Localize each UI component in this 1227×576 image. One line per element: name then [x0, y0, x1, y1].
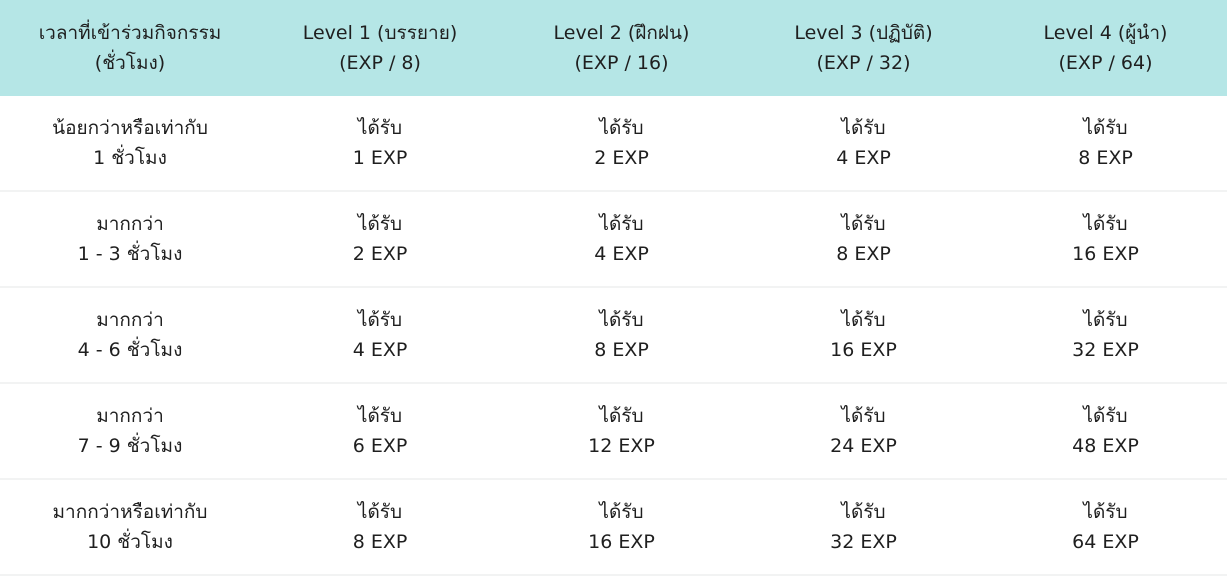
table-header-row: เวลาที่เข้าร่วมกิจกรรม (ชั่วโมง) Level 1… [0, 0, 1227, 96]
exp-cell-level-3: ได้รับ 32 EXP [743, 480, 984, 574]
exp-value: 16 EXP [830, 339, 897, 361]
exp-label: ได้รับ [357, 213, 403, 235]
table-row: มากกว่า 4 - 6 ชั่วโมง ได้รับ 4 EXP ได้รั… [0, 288, 1227, 384]
exp-label: ได้รับ [1083, 309, 1128, 331]
exp-cell-level-2: ได้รับ 8 EXP [500, 288, 743, 382]
exp-label: ได้รับ [599, 501, 644, 523]
exp-table: เวลาที่เข้าร่วมกิจกรรม (ชั่วโมง) Level 1… [0, 0, 1227, 576]
duration-range: 4 - 6 ชั่วโมง [77, 339, 183, 361]
header-level-4: Level 4 (ผู้นำ) (EXP / 64) [984, 0, 1227, 96]
exp-label: ได้รับ [357, 117, 403, 139]
table-row: น้อยกว่าหรือเท่ากับ 1 ชั่วโมง ได้รับ 1 E… [0, 96, 1227, 192]
duration-cell: น้อยกว่าหรือเท่ากับ 1 ชั่วโมง [0, 96, 260, 190]
exp-label: ได้รับ [599, 117, 644, 139]
exp-label: ได้รับ [841, 501, 886, 523]
exp-cell-level-4: ได้รับ 64 EXP [984, 480, 1227, 574]
duration-range: 10 ชั่วโมง [87, 531, 173, 553]
header-sublabel: (EXP / 16) [574, 52, 669, 74]
exp-cell-level-2: ได้รับ 2 EXP [500, 96, 743, 190]
duration-range: 7 - 9 ชั่วโมง [77, 435, 183, 457]
duration-qualifier: มากกว่า [96, 309, 164, 331]
duration-qualifier: มากกว่า [96, 213, 164, 235]
table-row: มากกว่า 1 - 3 ชั่วโมง ได้รับ 2 EXP ได้รั… [0, 192, 1227, 288]
exp-cell-level-1: ได้รับ 6 EXP [260, 384, 500, 478]
header-sublabel: (EXP / 8) [339, 52, 421, 74]
duration-cell: มากกว่า 1 - 3 ชั่วโมง [0, 192, 260, 286]
exp-value: 6 EXP [352, 435, 408, 457]
exp-value: 24 EXP [830, 435, 897, 457]
duration-qualifier: มากกว่า [96, 405, 164, 427]
exp-cell-level-1: ได้รับ 4 EXP [260, 288, 500, 382]
exp-value: 8 EXP [836, 243, 891, 265]
exp-label: ได้รับ [841, 213, 886, 235]
exp-value: 8 EXP [594, 339, 649, 361]
exp-cell-level-3: ได้รับ 4 EXP [743, 96, 984, 190]
exp-value: 12 EXP [588, 435, 655, 457]
exp-label: ได้รับ [1083, 213, 1128, 235]
exp-label: ได้รับ [357, 501, 403, 523]
exp-label: ได้รับ [599, 309, 644, 331]
exp-value: 32 EXP [1072, 339, 1139, 361]
exp-cell-level-3: ได้รับ 16 EXP [743, 288, 984, 382]
exp-label: ได้รับ [599, 405, 644, 427]
exp-label: ได้รับ [599, 213, 644, 235]
exp-value: 1 EXP [352, 147, 408, 169]
exp-value: 48 EXP [1072, 435, 1139, 457]
exp-label: ได้รับ [1083, 117, 1128, 139]
exp-cell-level-2: ได้รับ 16 EXP [500, 480, 743, 574]
header-level-2: Level 2 (ฝึกฝน) (EXP / 16) [500, 0, 743, 96]
duration-range: 1 - 3 ชั่วโมง [77, 243, 183, 265]
exp-value: 4 EXP [594, 243, 649, 265]
duration-cell: มากกว่าหรือเท่ากับ 10 ชั่วโมง [0, 480, 260, 574]
exp-value: 2 EXP [352, 243, 408, 265]
header-sublabel: (ชั่วโมง) [94, 52, 166, 74]
exp-cell-level-3: ได้รับ 24 EXP [743, 384, 984, 478]
exp-label: ได้รับ [357, 309, 403, 331]
header-sublabel: (EXP / 32) [816, 52, 911, 74]
exp-value: 2 EXP [594, 147, 649, 169]
duration-qualifier: มากกว่าหรือเท่ากับ [52, 501, 208, 523]
exp-cell-level-4: ได้รับ 16 EXP [984, 192, 1227, 286]
exp-cell-level-1: ได้รับ 1 EXP [260, 96, 500, 190]
exp-cell-level-4: ได้รับ 8 EXP [984, 96, 1227, 190]
exp-value: 16 EXP [1072, 243, 1139, 265]
exp-cell-level-2: ได้รับ 4 EXP [500, 192, 743, 286]
exp-label: ได้รับ [841, 117, 886, 139]
exp-cell-level-1: ได้รับ 2 EXP [260, 192, 500, 286]
header-label: Level 2 (ฝึกฝน) [553, 22, 690, 44]
header-label: Level 3 (ปฏิบัติ) [794, 22, 933, 44]
exp-value: 4 EXP [836, 147, 891, 169]
table-row: มากกว่า 7 - 9 ชั่วโมง ได้รับ 6 EXP ได้รั… [0, 384, 1227, 480]
exp-value: 8 EXP [352, 531, 408, 553]
exp-cell-level-2: ได้รับ 12 EXP [500, 384, 743, 478]
exp-cell-level-4: ได้รับ 32 EXP [984, 288, 1227, 382]
header-label: Level 4 (ผู้นำ) [1043, 22, 1168, 44]
header-label: เวลาที่เข้าร่วมกิจกรรม [38, 22, 222, 44]
header-sublabel: (EXP / 64) [1058, 52, 1153, 74]
exp-value: 64 EXP [1072, 531, 1139, 553]
duration-cell: มากกว่า 4 - 6 ชั่วโมง [0, 288, 260, 382]
header-label: Level 1 (บรรยาย) [302, 22, 458, 44]
exp-cell-level-3: ได้รับ 8 EXP [743, 192, 984, 286]
table-row: มากกว่าหรือเท่ากับ 10 ชั่วโมง ได้รับ 8 E… [0, 480, 1227, 576]
exp-value: 8 EXP [1078, 147, 1133, 169]
exp-cell-level-4: ได้รับ 48 EXP [984, 384, 1227, 478]
duration-qualifier: น้อยกว่าหรือเท่ากับ [52, 117, 208, 139]
duration-cell: มากกว่า 7 - 9 ชั่วโมง [0, 384, 260, 478]
duration-range: 1 ชั่วโมง [93, 147, 167, 169]
header-duration: เวลาที่เข้าร่วมกิจกรรม (ชั่วโมง) [0, 0, 260, 96]
exp-value: 4 EXP [352, 339, 408, 361]
exp-label: ได้รับ [1083, 405, 1128, 427]
exp-cell-level-1: ได้รับ 8 EXP [260, 480, 500, 574]
exp-value: 32 EXP [830, 531, 897, 553]
exp-label: ได้รับ [357, 405, 403, 427]
exp-value: 16 EXP [588, 531, 655, 553]
exp-label: ได้รับ [1083, 501, 1128, 523]
exp-label: ได้รับ [841, 309, 886, 331]
header-level-3: Level 3 (ปฏิบัติ) (EXP / 32) [743, 0, 984, 96]
header-level-1: Level 1 (บรรยาย) (EXP / 8) [260, 0, 500, 96]
exp-label: ได้รับ [841, 405, 886, 427]
